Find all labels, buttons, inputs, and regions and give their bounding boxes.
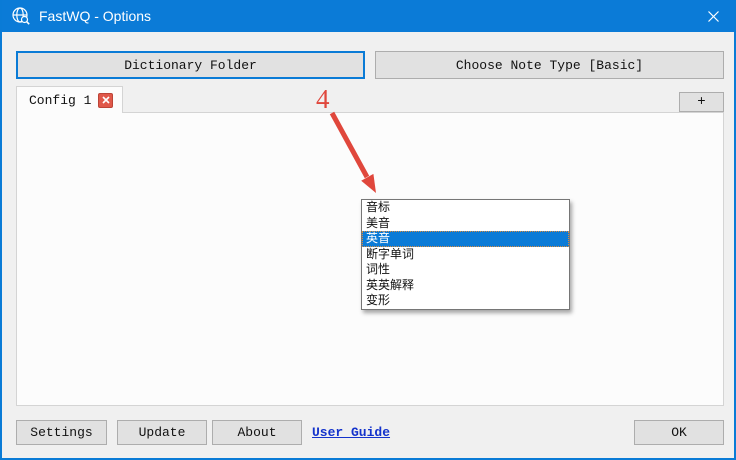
app-globe-search-icon [11, 6, 31, 26]
titlebar: FastWQ - Options [0, 0, 736, 32]
ok-button[interactable]: OK [634, 420, 724, 445]
choose-note-type-button[interactable]: Choose Note Type [Basic] [375, 51, 724, 79]
dropdown-option[interactable]: 变形 [362, 293, 569, 309]
annotation-step-number: 4 [316, 84, 330, 115]
dictionary-folder-button[interactable]: Dictionary Folder [16, 51, 365, 79]
fields-dropdown-list: 音标美音英音断字单词词性英英解释变形 [361, 199, 570, 310]
dropdown-option[interactable]: 断字单词 [362, 247, 569, 263]
window-title: FastWQ - Options [39, 8, 151, 24]
tab-config-1[interactable]: Config 1 [16, 86, 123, 113]
close-icon [102, 96, 110, 104]
tab-close-button[interactable] [98, 93, 113, 108]
update-button[interactable]: Update [117, 420, 207, 445]
close-icon [708, 11, 719, 22]
settings-button[interactable]: Settings [16, 420, 107, 445]
window-close-button[interactable] [690, 0, 736, 32]
dropdown-option[interactable]: 词性 [362, 262, 569, 278]
dropdown-option[interactable]: 英英解释 [362, 278, 569, 294]
user-guide-link[interactable]: User Guide [312, 425, 390, 440]
dropdown-option[interactable]: 英音 [362, 231, 569, 247]
dropdown-option[interactable]: 美音 [362, 216, 569, 232]
add-config-button[interactable]: + [679, 92, 724, 112]
dropdown-option[interactable]: 音标 [362, 200, 569, 216]
tab-label: Config 1 [29, 93, 91, 108]
options-dialog: FastWQ - Options Dictionary Folder Choos… [0, 0, 736, 460]
about-button[interactable]: About [212, 420, 302, 445]
